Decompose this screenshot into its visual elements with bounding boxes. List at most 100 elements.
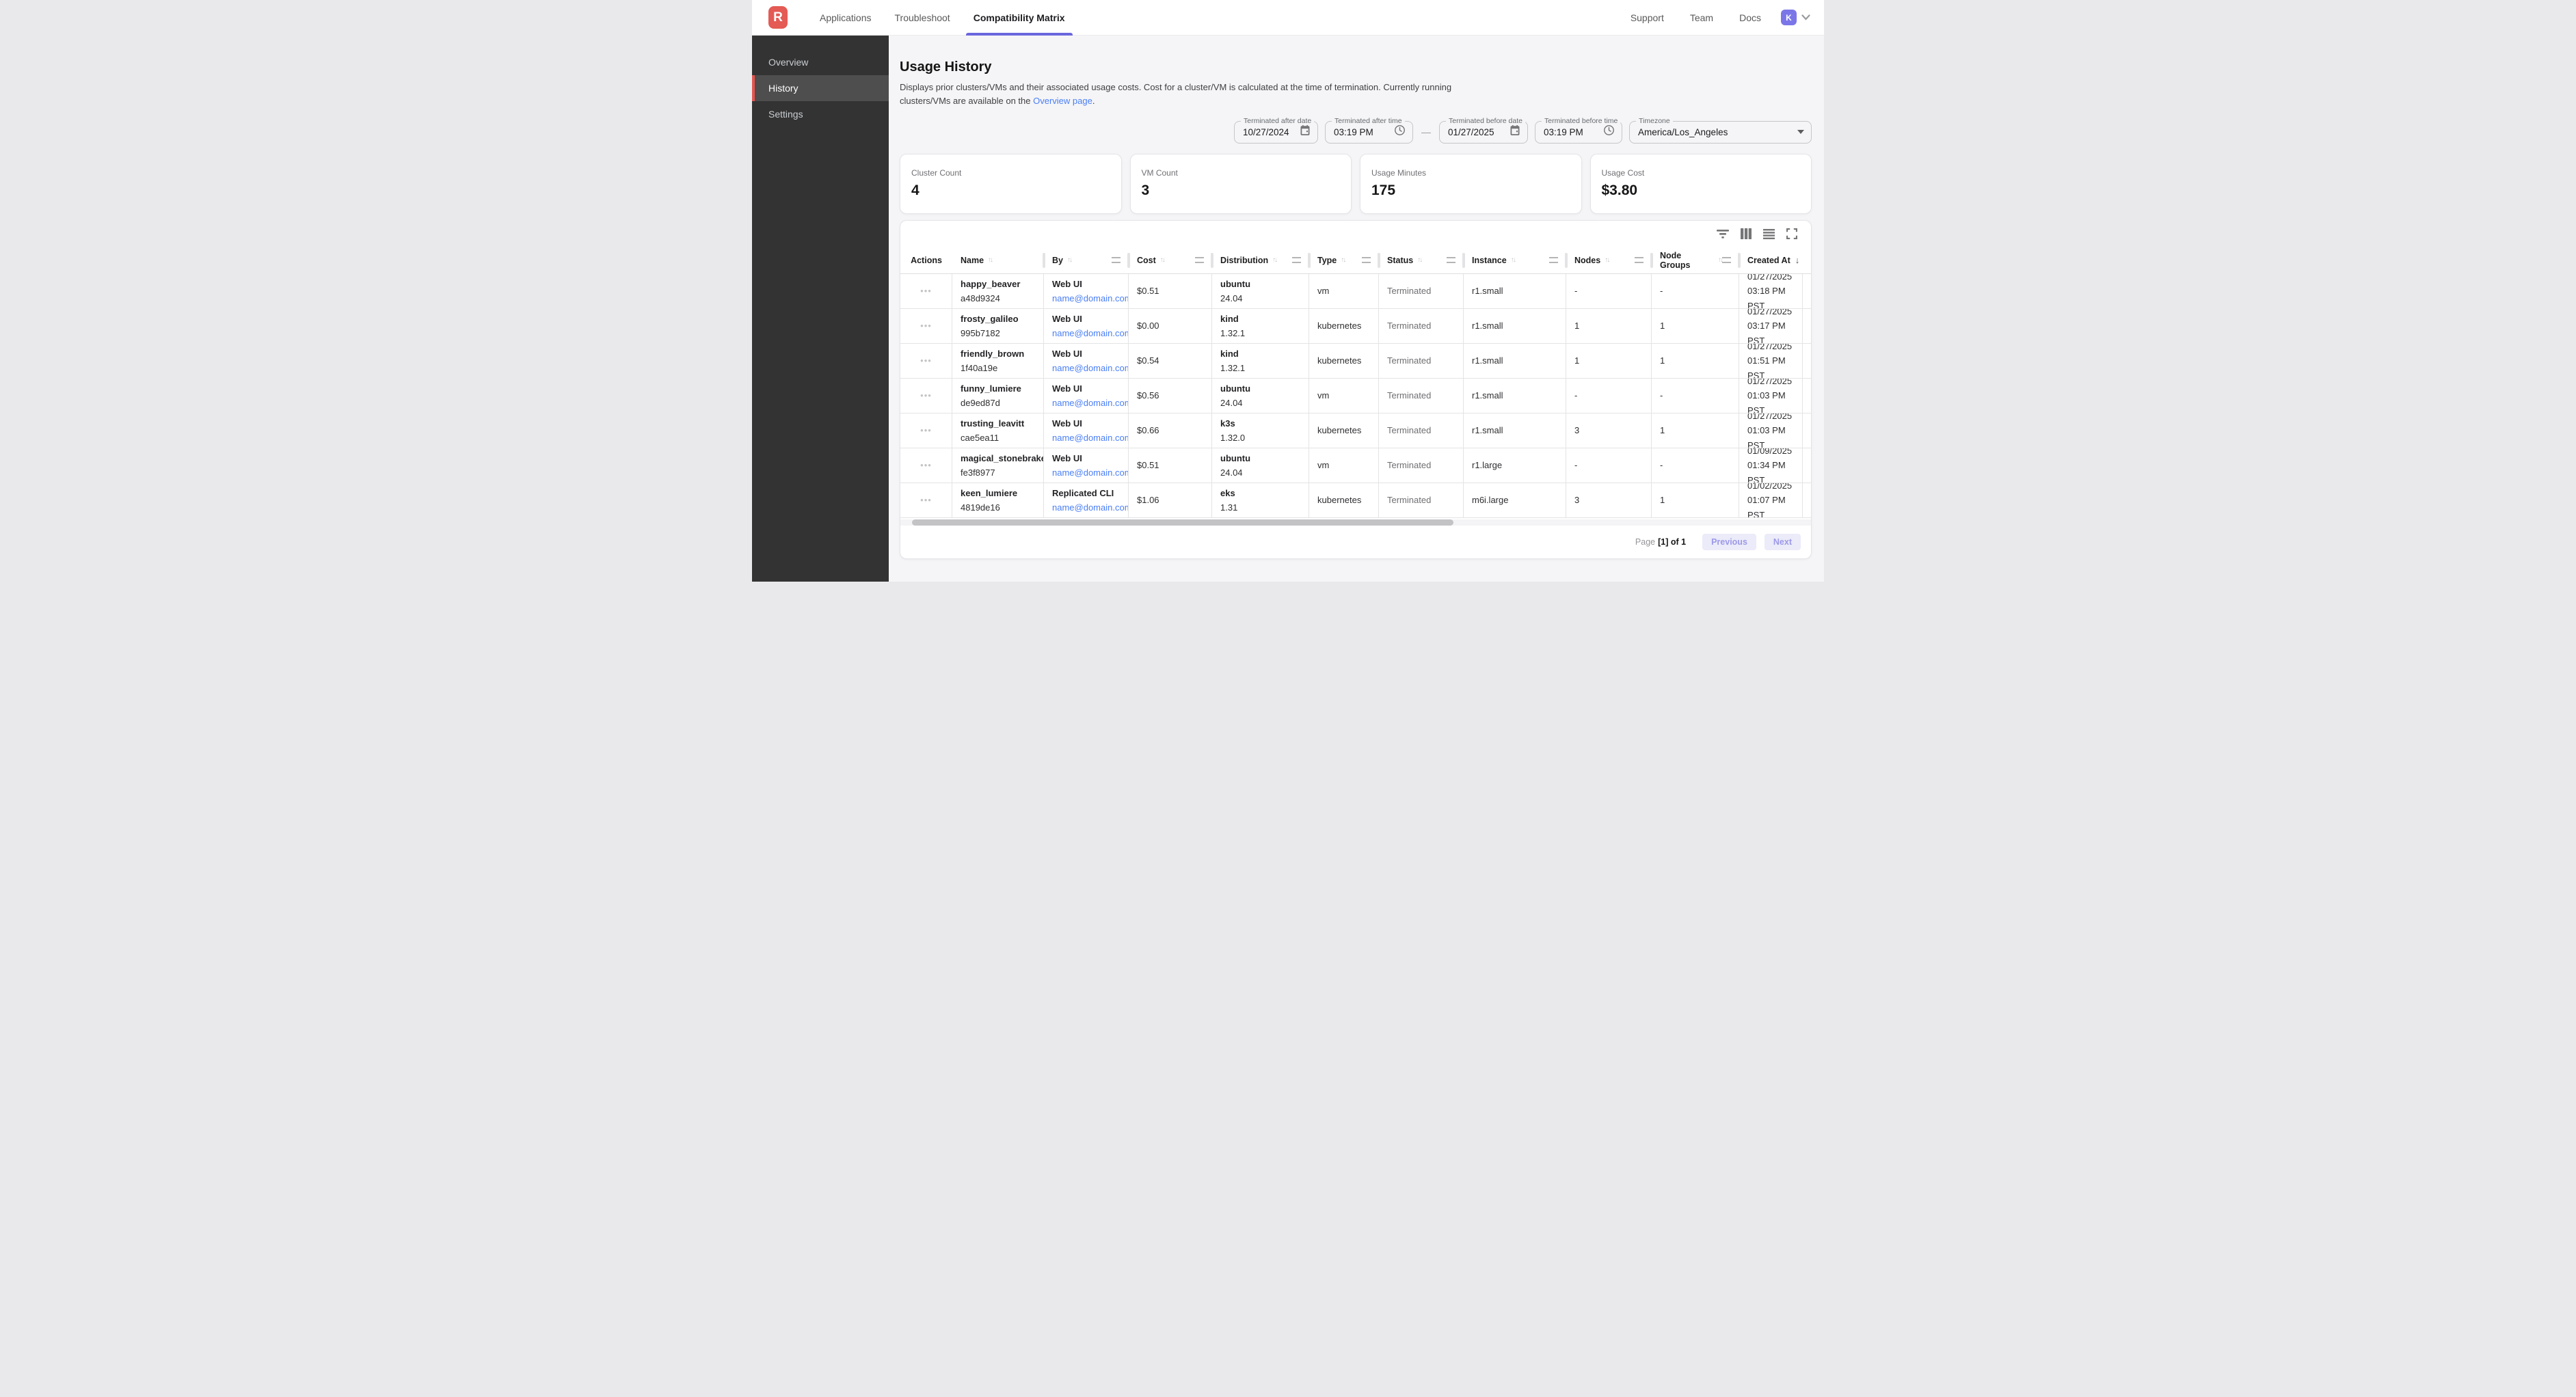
- column-menu-icon[interactable]: [1447, 257, 1455, 263]
- field-label: Terminated after date: [1241, 117, 1314, 125]
- stat-label: Cluster Count: [911, 168, 1110, 178]
- created-by: Web UI: [1052, 451, 1123, 466]
- creator-email-link[interactable]: name@domain.com: [1052, 326, 1123, 341]
- node-groups-cell: 1: [1652, 309, 1739, 343]
- distribution-cell: kind1.32.1: [1212, 344, 1309, 378]
- scrollbar-thumb[interactable]: [912, 519, 1453, 526]
- table-header: Actions Name↑↓ By↑↓ Cost↑↓ Distribution↑…: [900, 247, 1811, 274]
- tab-troubleshoot[interactable]: Troubleshoot: [883, 0, 962, 36]
- cluster-name: trusting_leavitt: [961, 416, 1038, 431]
- terminated-after-date-field[interactable]: Terminated after date 10/27/2024: [1234, 121, 1318, 144]
- top-navbar: R Applications Troubleshoot Compatibilit…: [752, 0, 1824, 36]
- column-label: Actions: [911, 256, 942, 265]
- timezone-select[interactable]: Timezone America/Los_Angeles: [1629, 121, 1812, 144]
- sort-icon[interactable]: ↑↓: [1511, 256, 1515, 264]
- row-actions-button[interactable]: [900, 344, 952, 378]
- column-menu-icon[interactable]: [1112, 257, 1121, 263]
- clock-icon[interactable]: [1394, 124, 1406, 139]
- cluster-name: happy_beaver: [961, 277, 1038, 292]
- replicated-logo[interactable]: R: [768, 6, 788, 29]
- terminated-before-time-field[interactable]: Terminated before time 03:19 PM: [1535, 121, 1622, 144]
- terminated-before-date-field[interactable]: Terminated before date 01/27/2025: [1439, 121, 1528, 144]
- overview-page-link[interactable]: Overview page: [1033, 96, 1092, 106]
- field-value: America/Los_Angeles: [1638, 127, 1728, 137]
- tab-applications[interactable]: Applications: [808, 0, 883, 36]
- column-header-nodes[interactable]: Nodes↑↓: [1566, 247, 1652, 273]
- link-support[interactable]: Support: [1618, 12, 1677, 23]
- creator-email-link[interactable]: name@domain.com: [1052, 465, 1123, 480]
- field-value: 03:19 PM: [1544, 127, 1583, 137]
- column-header-distribution[interactable]: Distribution↑↓: [1212, 247, 1309, 273]
- column-header-name[interactable]: Name↑↓: [952, 247, 1044, 273]
- row-actions-button[interactable]: [900, 274, 952, 308]
- by-cell: Web UIname@domain.com: [1044, 413, 1129, 448]
- by-cell: Web UIname@domain.com: [1044, 344, 1129, 378]
- creator-email-link[interactable]: name@domain.com: [1052, 500, 1123, 515]
- column-header-node-groups[interactable]: Node Groups↑↓: [1652, 247, 1739, 273]
- row-actions-icon: [920, 284, 932, 299]
- sidebar-item-history[interactable]: History: [752, 75, 889, 101]
- column-label: Node Groups: [1660, 251, 1714, 270]
- sort-icon[interactable]: ↑↓: [1272, 256, 1276, 264]
- avatar[interactable]: K: [1781, 10, 1797, 25]
- clock-icon[interactable]: [1603, 124, 1615, 139]
- column-header-status[interactable]: Status↑↓: [1379, 247, 1464, 273]
- sort-icon[interactable]: ↑↓: [1605, 256, 1609, 264]
- status-cell: Terminated: [1379, 448, 1464, 483]
- sort-desc-icon[interactable]: ↓: [1795, 255, 1800, 265]
- row-actions-button[interactable]: [900, 413, 952, 448]
- filter-icon[interactable]: [1717, 230, 1729, 239]
- stat-value: 3: [1142, 182, 1341, 199]
- cluster-id: cae5ea11: [961, 431, 1038, 446]
- creator-email-link[interactable]: name@domain.com: [1052, 396, 1123, 411]
- description-text: Displays prior clusters/VMs and their as…: [900, 82, 1451, 106]
- column-header-created-at[interactable]: Created At↓: [1739, 247, 1803, 273]
- type-cell: vm: [1309, 274, 1379, 308]
- creator-email-link[interactable]: name@domain.com: [1052, 291, 1123, 306]
- sort-icon[interactable]: ↑↓: [988, 256, 992, 264]
- sort-icon[interactable]: ↑↓: [1341, 256, 1345, 264]
- terminated-after-time-field[interactable]: Terminated after time 03:19 PM: [1325, 121, 1413, 144]
- link-docs[interactable]: Docs: [1726, 12, 1774, 23]
- created-by: Replicated CLI: [1052, 486, 1123, 501]
- calendar-icon[interactable]: [1300, 124, 1311, 139]
- density-icon[interactable]: [1763, 229, 1775, 239]
- row-actions-button[interactable]: [900, 379, 952, 413]
- column-menu-icon[interactable]: [1549, 257, 1558, 263]
- creator-email-link[interactable]: name@domain.com: [1052, 431, 1123, 446]
- chevron-down-icon[interactable]: [1801, 14, 1810, 21]
- columns-icon[interactable]: [1741, 228, 1752, 239]
- column-header-cost[interactable]: Cost↑↓: [1129, 247, 1212, 273]
- by-cell: Web UIname@domain.com: [1044, 448, 1129, 483]
- column-header-instance[interactable]: Instance↑↓: [1464, 247, 1566, 273]
- stat-label: Usage Cost: [1602, 168, 1801, 178]
- row-actions-button[interactable]: [900, 448, 952, 483]
- column-header-by[interactable]: By↑↓: [1044, 247, 1129, 273]
- column-header-type[interactable]: Type↑↓: [1309, 247, 1379, 273]
- sort-icon[interactable]: ↑↓: [1417, 256, 1421, 264]
- fullscreen-icon[interactable]: [1786, 228, 1797, 239]
- field-label: Terminated before date: [1446, 117, 1525, 125]
- next-page-button[interactable]: Next: [1765, 534, 1801, 550]
- calendar-icon[interactable]: [1510, 124, 1520, 139]
- sidebar-item-settings[interactable]: Settings: [752, 101, 889, 127]
- column-menu-icon[interactable]: [1635, 257, 1643, 263]
- column-menu-icon[interactable]: [1292, 257, 1301, 263]
- by-cell: Replicated CLIname@domain.com: [1044, 483, 1129, 517]
- column-menu-icon[interactable]: [1722, 257, 1731, 263]
- previous-page-button[interactable]: Previous: [1702, 534, 1756, 550]
- link-team[interactable]: Team: [1677, 12, 1726, 23]
- sort-icon[interactable]: ↑↓: [1160, 256, 1164, 264]
- row-actions-button[interactable]: [900, 483, 952, 517]
- column-menu-icon[interactable]: [1195, 257, 1204, 263]
- creator-email-link[interactable]: name@domain.com: [1052, 361, 1123, 376]
- sort-icon[interactable]: ↑↓: [1067, 256, 1071, 264]
- filter-row: Terminated after date 10/27/2024 Termina…: [900, 120, 1812, 144]
- column-menu-icon[interactable]: [1362, 257, 1371, 263]
- sidebar-item-overview[interactable]: Overview: [752, 49, 889, 75]
- tab-compatibility-matrix[interactable]: Compatibility Matrix: [962, 0, 1077, 36]
- cost-cell: $0.51: [1129, 448, 1212, 483]
- row-actions-button[interactable]: [900, 309, 952, 343]
- cluster-id: a48d9324: [961, 291, 1038, 306]
- node-groups-cell: -: [1652, 448, 1739, 483]
